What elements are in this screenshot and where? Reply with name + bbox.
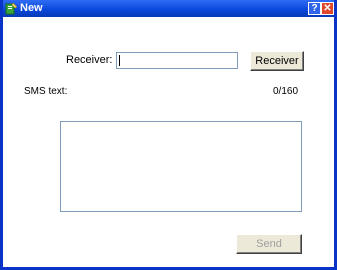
receiver-button[interactable]: Receiver	[250, 51, 304, 71]
sms-window: New ? ✕ Receiver: Receiver SMS text: 0/1…	[0, 0, 337, 270]
close-button[interactable]: ✕	[321, 2, 334, 15]
text-caret	[119, 55, 120, 66]
sms-text-area[interactable]	[60, 121, 302, 212]
sms-text-label: SMS text:	[24, 86, 68, 97]
receiver-label: Receiver:	[66, 54, 113, 66]
send-button[interactable]: Send	[236, 234, 302, 254]
help-button[interactable]: ?	[308, 2, 321, 15]
phone-book-icon	[5, 2, 18, 15]
char-counter: 0/160	[273, 86, 299, 97]
receiver-input[interactable]	[116, 52, 238, 69]
title-bar[interactable]: New ? ✕	[3, 0, 334, 17]
window-title: New	[20, 2, 43, 14]
